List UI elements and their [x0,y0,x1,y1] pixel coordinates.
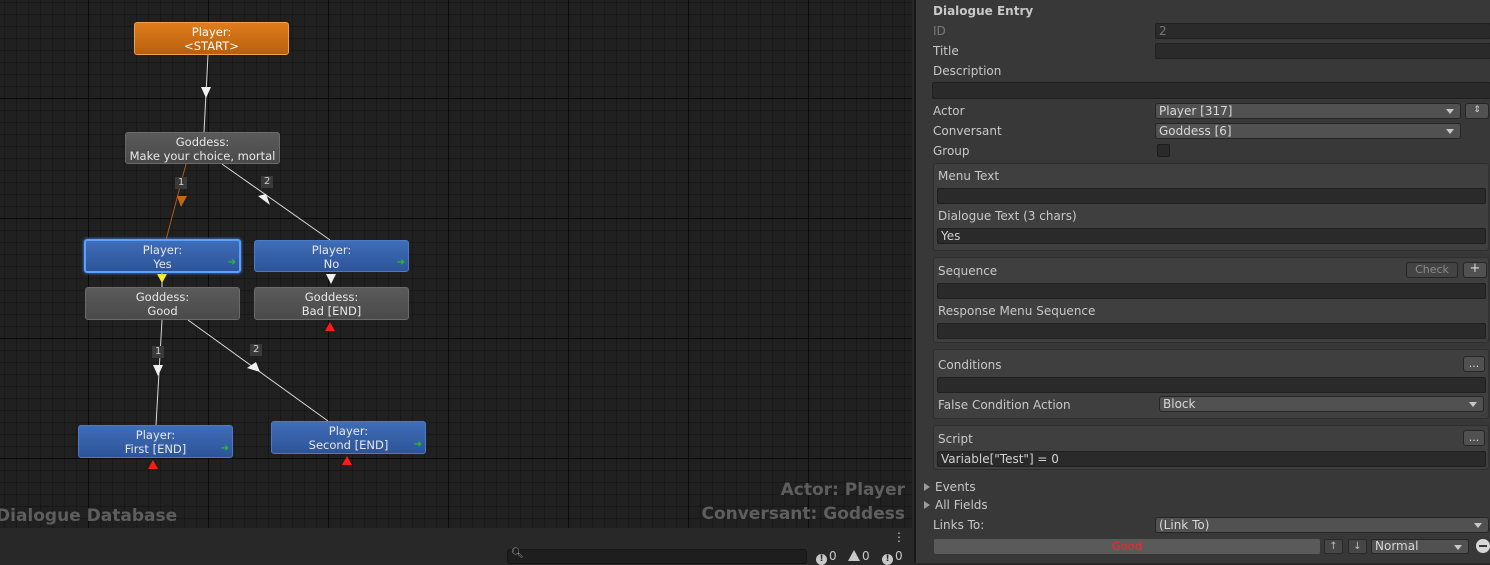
group-label: Group [933,144,970,158]
dialogue-text-label: Dialogue Text (3 chars) [938,209,1077,223]
node-actor: Player: [191,25,232,39]
menu-text-label: Menu Text [938,169,1000,183]
inspector-header: Dialogue Entry [933,4,1034,18]
node-actor: Player: [142,243,183,257]
description-label: Description [933,64,1002,78]
node-text: Make your choice, mortal [129,149,276,163]
title-label: Title [933,44,959,58]
node-actor: Player: [311,243,352,257]
node-text: No [323,257,340,271]
link-priority-badge: 1 [175,177,188,189]
node-actor: Player: [328,424,369,438]
sequence-field[interactable] [937,283,1486,299]
move-link-up-button[interactable]: ↑ [1324,539,1343,554]
node-player-yes[interactable]: Player: Yes ➜ [84,239,241,273]
search-icon: 🔍︎ [511,548,524,559]
conditions-field[interactable] [937,377,1486,393]
end-marker-icon [325,322,335,331]
text-section: Menu Text Dialogue Text (3 chars) Yes [933,163,1489,251]
script-section: Script ... Variable["Test"] = 0 [933,425,1489,470]
search-input[interactable]: 🔍︎ [507,548,807,564]
link-target-button[interactable]: Good [934,539,1320,554]
node-text: Bad [END] [301,304,362,318]
node-actor: Goddess: [175,135,230,149]
script-field[interactable]: Variable["Test"] = 0 [937,451,1486,467]
node-goddess-choice[interactable]: Goddess: Make your choice, mortal [125,132,280,164]
conditions-section: Conditions ... False Condition Action Bl… [933,349,1489,419]
node-actor: Goddess: [135,290,190,304]
node-player-second[interactable]: Player: Second [END] ➜ [271,421,426,454]
node-text: <START> [184,39,239,53]
link-arrow-icon: ➜ [227,257,236,268]
status-bar: ⋮ 🔍︎ ! 0 0 ! 0 [0,528,912,565]
response-menu-sequence-label: Response Menu Sequence [938,304,1096,318]
check-sequence-button[interactable]: Check [1406,262,1458,278]
end-marker-icon [342,456,352,465]
id-label: ID [933,24,946,38]
warning-icon [848,550,860,561]
move-link-down-button[interactable]: ↓ [1348,539,1367,554]
false-condition-action-dropdown[interactable]: Block [1159,396,1484,412]
link-priority-dropdown[interactable]: Normal [1371,539,1469,554]
actor-watermark: Actor: Player [780,480,905,500]
title-field[interactable] [1155,43,1490,59]
node-start[interactable]: Player: <START> [134,22,289,55]
script-wizard-button[interactable]: ... [1463,430,1485,446]
response-menu-sequence-field[interactable] [937,323,1486,339]
sequence-section: Sequence Check + Response Menu Sequence [933,257,1489,343]
sequence-label: Sequence [938,264,998,278]
end-marker-icon [148,460,158,469]
conditions-label: Conditions [938,358,1002,372]
inspector-panel: Dialogue Entry ID 2 Title Description Ac… [914,0,1490,563]
link-arrow-icon: ➜ [413,439,422,450]
info-icon: ! [882,554,893,565]
swap-actor-button[interactable]: ⇕ [1465,103,1489,119]
all-fields-foldout[interactable]: All Fields [924,498,988,512]
node-text: Second [END] [308,438,389,452]
conversant-label: Conversant [933,124,1002,138]
script-label: Script [938,432,973,446]
node-text: First [END] [124,442,187,456]
events-foldout[interactable]: Events [924,480,976,494]
id-field: 2 [1155,23,1490,39]
conversant-dropdown[interactable]: Goddess [6] [1155,123,1461,139]
actor-dropdown[interactable]: Player [317] [1155,103,1461,119]
node-text: Yes [153,257,172,271]
graph-menu-icon[interactable]: ⋮ [893,530,905,544]
node-text: Good [147,304,178,318]
links-to-label: Links To: [933,518,985,532]
conditions-wizard-button[interactable]: ... [1463,356,1485,372]
description-field[interactable] [932,82,1490,99]
link-arrow-icon: ➜ [220,443,229,454]
link-priority-badge: 2 [250,344,263,356]
link-priority-badge: 2 [261,176,274,188]
node-player-first[interactable]: Player: First [END] ➜ [78,425,233,458]
link-priority-badge: 1 [152,346,165,358]
node-goddess-good[interactable]: Goddess: Good [85,287,240,320]
link-arrow-icon: ➜ [396,257,405,268]
add-sequence-button[interactable]: + [1463,262,1487,278]
node-player-no[interactable]: Player: No ➜ [254,240,409,272]
node-actor: Goddess: [304,290,359,304]
false-condition-action-label: False Condition Action [938,398,1071,412]
database-watermark: Dialogue Database [0,506,178,526]
node-graph-canvas[interactable]: 1 2 1 2 Player: <START> Goddess: Make yo… [0,0,912,528]
warning-counter[interactable]: 0 [848,549,870,563]
conversant-watermark: Conversant: Goddess [701,504,905,524]
node-actor: Player: [135,428,176,442]
menu-text-field[interactable] [937,188,1486,204]
links-to-dropdown[interactable]: (Link To) [1155,517,1489,533]
node-goddess-bad[interactable]: Goddess: Bad [END] [254,287,409,320]
actor-label: Actor [933,104,965,118]
error-icon: ! [816,554,827,565]
group-checkbox[interactable] [1157,144,1170,157]
remove-link-icon[interactable] [1476,539,1490,553]
dialogue-text-field[interactable]: Yes [937,228,1486,244]
